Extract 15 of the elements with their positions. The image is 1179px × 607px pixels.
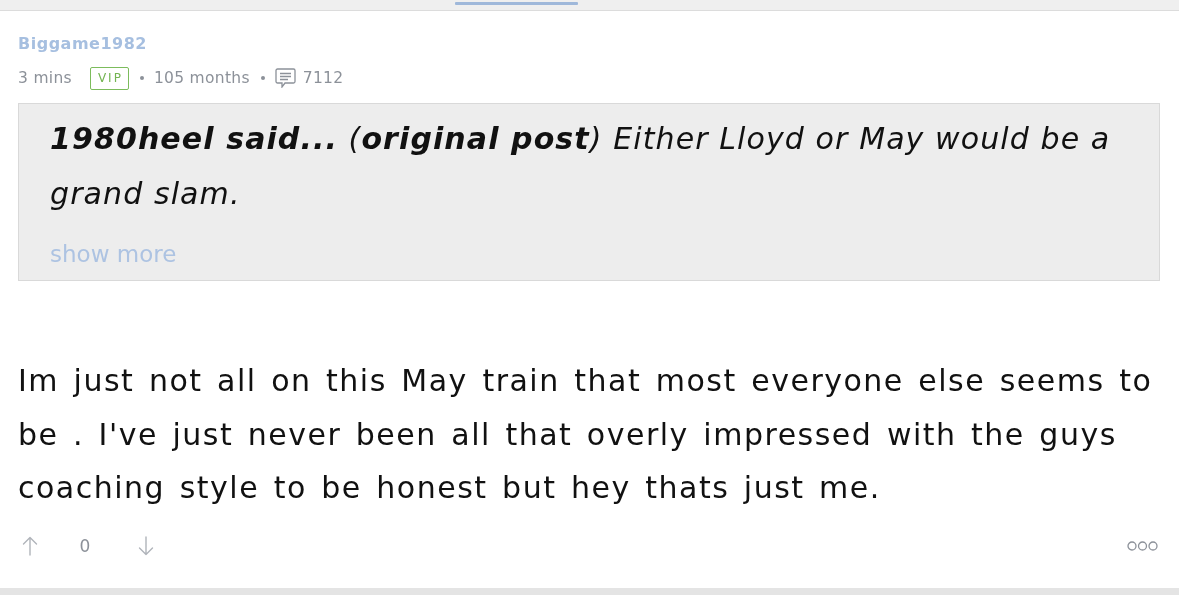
down-arrow-icon[interactable]: [138, 535, 154, 556]
up-arrow-icon[interactable]: [22, 535, 38, 556]
comment-icon: [274, 68, 296, 88]
vote-count-text: 0: [78, 535, 92, 556]
quote-text: 1980heel said... (original post) Either Lloyd or May would be a grand slam.: [50, 120, 1112, 213]
separator-dot-icon: [260, 76, 265, 80]
timestamp-text: 3 mins: [18, 69, 72, 87]
comment-text: Im just not all on this May train that most everyone else seems to be . I've just never been all that overly impressed with the guys coaching style to be honest but hey thats just me.: [18, 362, 1154, 507]
tenure-text: 105 months: [153, 69, 250, 87]
show-more-link[interactable]: show more: [50, 239, 177, 269]
vip-badge: VIP: [89, 66, 129, 90]
username-link[interactable]: Biggame1982: [18, 34, 147, 54]
more-icon[interactable]: [1127, 540, 1158, 551]
post-count-text: 7112: [302, 69, 344, 87]
separator-dot-icon: [139, 76, 144, 80]
